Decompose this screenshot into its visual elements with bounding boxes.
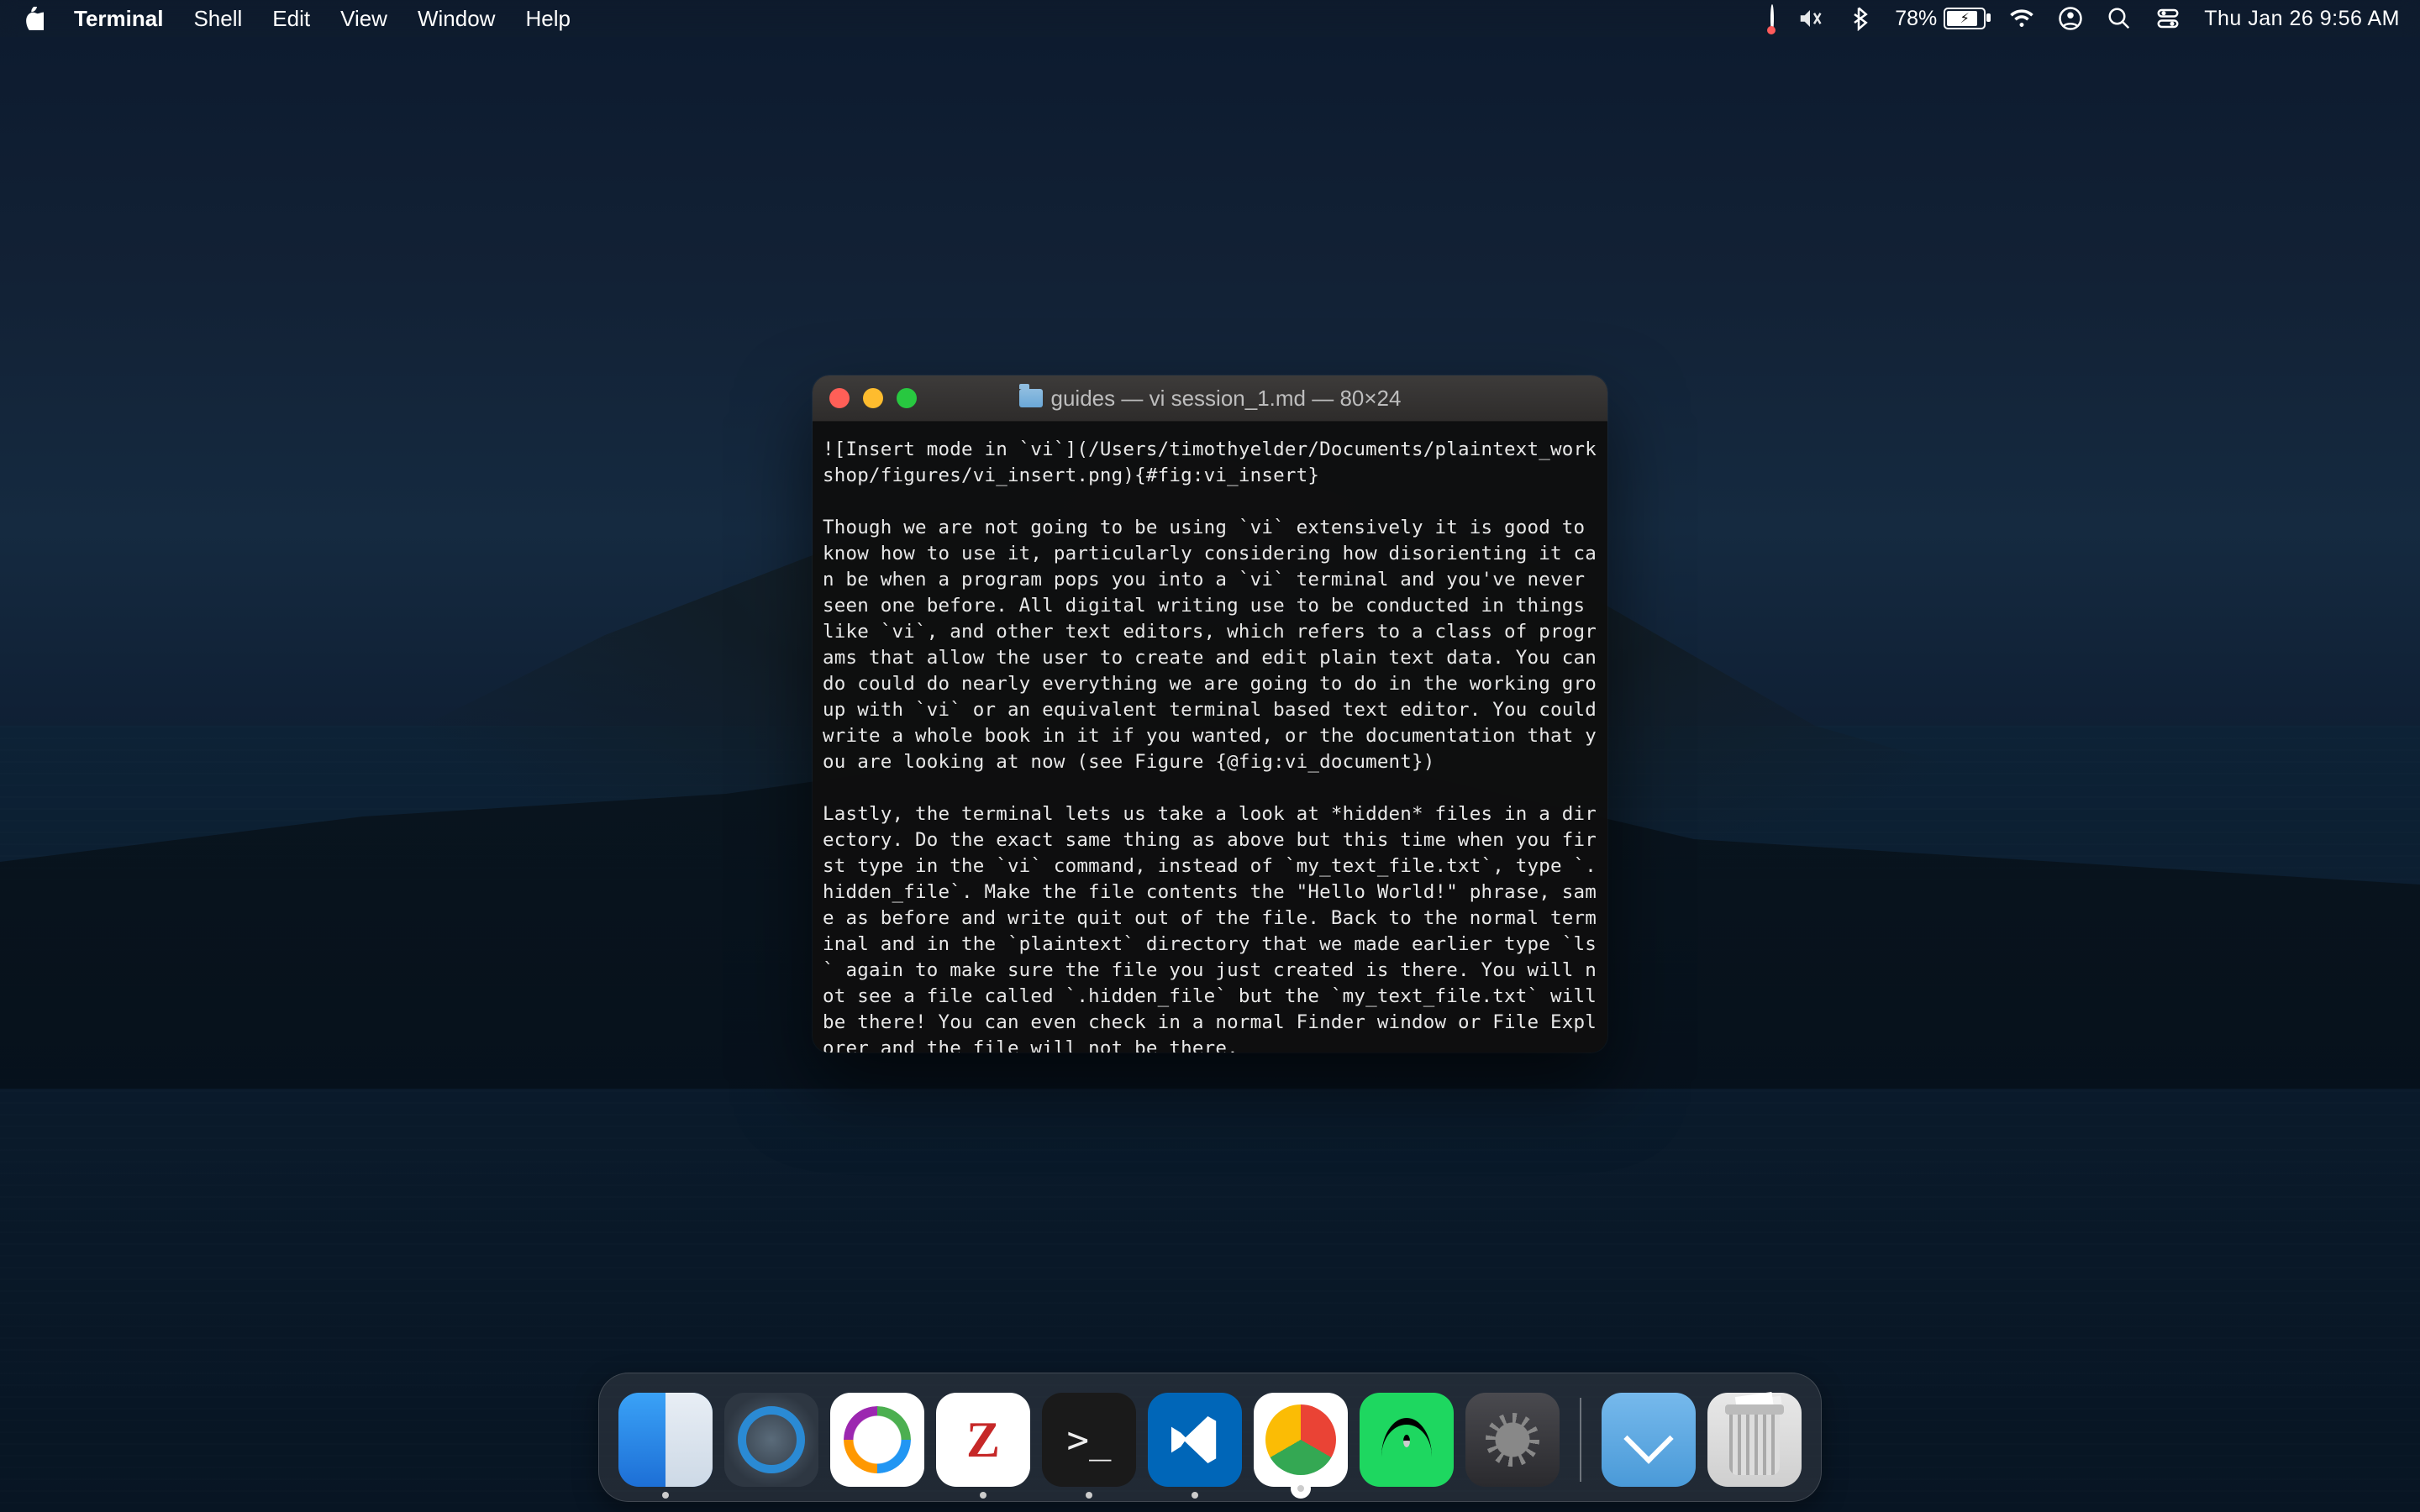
apple-menu-icon[interactable] (20, 7, 44, 30)
dock-finder-icon[interactable] (618, 1393, 713, 1487)
menu-shell[interactable]: Shell (193, 6, 242, 32)
dock-quicktime-icon[interactable] (724, 1393, 818, 1487)
window-close-button[interactable] (829, 388, 850, 408)
dock-downloads-icon[interactable] (1602, 1393, 1696, 1487)
terminal-window[interactable]: guides — vi session_1.md — 80×24 ![Inser… (813, 375, 1607, 1053)
menu-help[interactable]: Help (525, 6, 570, 32)
control-center-icon[interactable] (2155, 6, 2181, 31)
user-icon[interactable] (2058, 6, 2083, 31)
dock-separator (1580, 1398, 1581, 1482)
menubar-left: Terminal Shell Edit View Window Help (20, 6, 571, 32)
bluetooth-icon[interactable] (1846, 6, 1871, 31)
dock-settings-icon[interactable] (1465, 1393, 1560, 1487)
dock-terminal-icon[interactable] (1042, 1393, 1136, 1487)
battery-status[interactable]: 78% ⚡︎ (1895, 7, 1986, 31)
trash-paper-icon (1735, 1392, 1774, 1414)
dock-chrome-icon[interactable] (1254, 1393, 1348, 1487)
menubar-app-name[interactable]: Terminal (74, 6, 163, 32)
battery-icon: ⚡︎ (1944, 8, 1986, 29)
wifi-icon[interactable] (2009, 6, 2034, 31)
do-not-disturb-icon[interactable] (1770, 6, 1774, 32)
menu-view[interactable]: View (340, 6, 387, 32)
terminal-content[interactable]: ![Insert mode in `vi`](/Users/timothyeld… (813, 422, 1607, 1053)
menu-window[interactable]: Window (418, 6, 495, 32)
dock: Z (598, 1373, 1822, 1502)
window-minimize-button[interactable] (863, 388, 883, 408)
dock-trash-icon[interactable] (1707, 1393, 1802, 1487)
window-traffic-lights (829, 388, 917, 408)
window-title-text: guides — vi session_1.md — 80×24 (1051, 386, 1402, 412)
spotlight-search-icon[interactable] (2107, 6, 2132, 31)
menubar-right: 78% ⚡︎ Thu Jan 26 9:56 AM (1770, 6, 2400, 32)
dock-zotero-icon[interactable]: Z (936, 1393, 1030, 1487)
menubar: Terminal Shell Edit View Window Help 78%… (0, 0, 2420, 37)
folder-icon (1019, 389, 1043, 407)
volume-muted-icon[interactable] (1797, 6, 1823, 31)
menubar-clock[interactable]: Thu Jan 26 9:56 AM (2204, 7, 2400, 31)
window-zoom-button[interactable] (897, 388, 917, 408)
window-titlebar[interactable]: guides — vi session_1.md — 80×24 (813, 375, 1607, 422)
menu-edit[interactable]: Edit (272, 6, 310, 32)
battery-percent-label: 78% (1895, 7, 1937, 31)
window-title: guides — vi session_1.md — 80×24 (813, 386, 1607, 412)
dock-globe-app-icon[interactable] (830, 1393, 924, 1487)
dock-spotify-icon[interactable] (1360, 1393, 1454, 1487)
dock-vscode-icon[interactable] (1148, 1393, 1242, 1487)
zotero-glyph: Z (966, 1411, 1000, 1469)
